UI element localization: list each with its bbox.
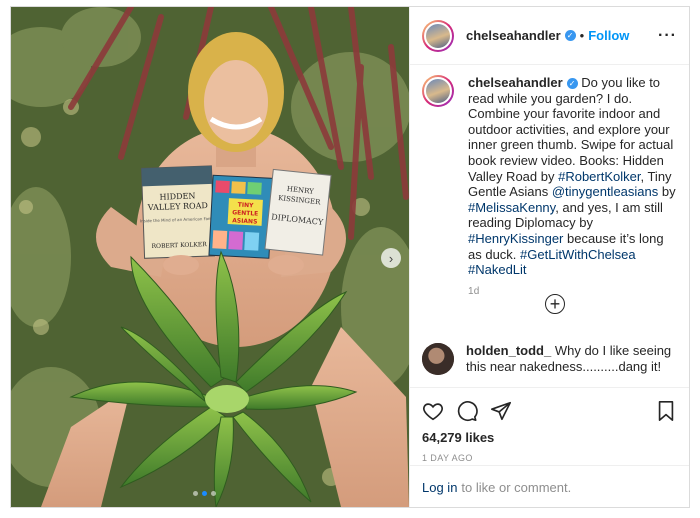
author-avatar[interactable]	[422, 19, 454, 52]
book1-title-line1: HIDDEN	[159, 191, 195, 201]
verified-icon: ✓	[564, 30, 576, 41]
bookmark-icon[interactable]	[655, 400, 677, 422]
login-link[interactable]: Log in	[422, 480, 457, 495]
post-sidebar: chelseahandler ✓ • Follow ··· chelseahan…	[409, 7, 689, 507]
follow-button[interactable]: Follow	[588, 28, 629, 43]
commenter-avatar[interactable]	[422, 343, 454, 375]
carousel-dots	[193, 491, 216, 496]
book2-title-line2: GENTLE	[232, 209, 258, 217]
book2-title-line3: ASIANS	[232, 217, 258, 225]
post-photo[interactable]: HIDDEN VALLEY ROAD Inside the Mind of an…	[11, 7, 409, 507]
login-bar: Log in to like or comment.	[410, 465, 689, 508]
share-paper-plane-icon[interactable]	[490, 400, 512, 422]
caption-link[interactable]: @tinygentleasians	[552, 184, 658, 199]
next-photo-button[interactable]: ›	[381, 248, 401, 268]
caption-text: chelseahandler ✓ Do you like to read whil…	[468, 75, 677, 278]
carousel-dot	[211, 491, 216, 496]
photo-illustration: HIDDEN VALLEY ROAD Inside the Mind of an…	[11, 7, 409, 507]
carousel-dot	[193, 491, 198, 496]
comments-section: chelseahandler ✓ Do you like to read whil…	[422, 75, 677, 297]
caption-segment: Do you like to read while you garden? I …	[468, 75, 674, 184]
caption-link[interactable]: #RobertKolker	[558, 169, 640, 184]
like-heart-icon[interactable]	[422, 400, 444, 422]
instagram-post: HIDDEN VALLEY ROAD Inside the Mind of an…	[10, 6, 690, 508]
commenter-username[interactable]: holden_todd_	[466, 343, 551, 358]
caption-link[interactable]: #GetLitWithChelsea	[520, 247, 636, 262]
caption-avatar[interactable]	[422, 75, 454, 107]
login-prompt: to like or comment.	[461, 479, 572, 495]
post-date[interactable]: 1 DAY AGO	[422, 453, 677, 463]
caption-link[interactable]: #HenryKissinger	[468, 231, 563, 246]
author-username[interactable]: chelseahandler	[466, 28, 561, 43]
caption-link[interactable]: #NakedLit	[468, 262, 527, 277]
caption-username[interactable]: chelseahandler	[468, 75, 563, 90]
load-more-comments-button[interactable]: +	[545, 294, 565, 314]
separator-dot: •	[579, 28, 585, 43]
post-header: chelseahandler ✓ • Follow ···	[410, 7, 689, 65]
comment-text: holden_todd_ Why do I like seeing this n…	[466, 343, 677, 375]
likes-count[interactable]: 64,279 likes	[422, 430, 677, 445]
comment-bubble-icon[interactable]	[456, 400, 478, 422]
caption-link[interactable]: #MelissaKenny	[468, 200, 555, 215]
verified-icon: ✓	[566, 78, 578, 90]
carousel-dot	[202, 491, 207, 496]
caption-timestamp[interactable]: 1d	[468, 286, 677, 297]
action-bar: 64,279 likes 1 DAY AGO	[410, 387, 689, 463]
comment: holden_todd_ Why do I like seeing this n…	[422, 343, 677, 375]
caption: chelseahandler ✓ Do you like to read whil…	[422, 75, 677, 278]
book2-title-line1: TINY	[238, 202, 255, 210]
caption-segment: by	[658, 184, 676, 200]
more-options-icon[interactable]: ···	[658, 27, 677, 45]
